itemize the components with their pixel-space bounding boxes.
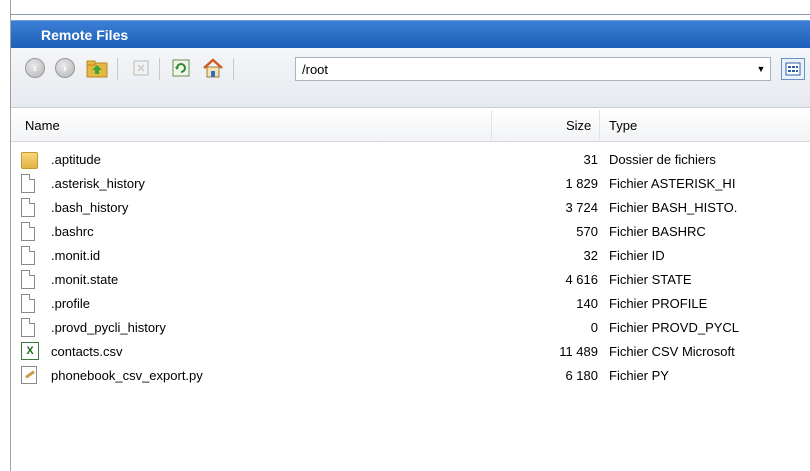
back-button[interactable]: ‹ <box>21 54 49 82</box>
file-type: Fichier ASTERISK_HI <box>609 176 736 191</box>
file-type: Fichier STATE <box>609 272 692 287</box>
list-item[interactable]: .monit.id 32 Fichier ID <box>11 244 810 268</box>
list-item[interactable]: .aptitude 31 Dossier de fichiers <box>11 148 810 172</box>
title-bar: Remote Files <box>11 20 810 48</box>
list-header: Name Size Type <box>11 110 810 142</box>
up-folder-icon <box>86 60 108 78</box>
panel-top-border <box>10 14 810 15</box>
refresh-button[interactable] <box>167 54 195 82</box>
column-header-type[interactable]: Type <box>609 118 637 133</box>
file-icon <box>21 294 39 314</box>
delete-button[interactable] <box>127 54 155 82</box>
list-item[interactable]: .monit.state 4 616 Fichier STATE <box>11 268 810 292</box>
toolbar: ‹ › /root ▼ <box>11 48 810 108</box>
file-size: 6 180 <box>565 368 598 383</box>
file-size: 0 <box>590 320 598 335</box>
file-size: 32 <box>583 248 598 263</box>
file-size: 11 489 <box>559 344 598 359</box>
file-name: contacts.csv <box>51 344 123 359</box>
file-name: .monit.id <box>51 248 101 263</box>
file-size: 1 829 <box>565 176 598 191</box>
file-icon <box>21 222 39 242</box>
file-type: Dossier de fichiers <box>609 152 716 167</box>
path-combobox[interactable]: ▼ <box>295 57 771 81</box>
file-name: .bashrc <box>51 224 94 239</box>
home-button[interactable] <box>199 54 227 82</box>
file-name: .bash_history <box>51 200 129 215</box>
file-icon <box>21 246 39 266</box>
python-file-icon <box>21 366 39 386</box>
path-input[interactable] <box>296 58 736 80</box>
file-name: .monit.state <box>51 272 119 287</box>
file-icon <box>21 174 39 194</box>
list-item[interactable]: .profile 140 Fichier PROFILE <box>11 292 810 316</box>
file-type: Fichier BASHRC <box>609 224 706 239</box>
home-icon <box>203 58 223 78</box>
folder-icon <box>21 150 39 170</box>
list-item[interactable]: Xcontacts.csv 11 489 Fichier CSV Microsoft <box>11 340 810 364</box>
file-name: .profile <box>51 296 91 311</box>
file-name: .provd_pycli_history <box>51 320 166 335</box>
file-size: 570 <box>576 224 598 239</box>
list-item[interactable]: phonebook_csv_export.py 6 180 Fichier PY <box>11 364 810 388</box>
forward-button[interactable]: › <box>51 54 79 82</box>
file-type: Fichier PROVD_PYCL <box>609 320 740 335</box>
file-size: 4 616 <box>565 272 598 287</box>
file-size: 140 <box>576 296 598 311</box>
file-name: phonebook_csv_export.py <box>51 368 203 383</box>
file-size: 3 724 <box>565 200 598 215</box>
file-name: .asterisk_history <box>51 176 145 191</box>
file-rows: .aptitude 31 Dossier de fichiers .asterisk_… <box>11 148 810 388</box>
panel-title: Remote Files <box>41 27 129 43</box>
file-type: Fichier ID <box>609 248 665 263</box>
file-type: Fichier PY <box>609 368 669 383</box>
view-mode-button[interactable] <box>781 58 805 80</box>
toolbar-separator <box>159 58 160 80</box>
list-item[interactable]: .provd_pycli_history 0 Fichier PROVD_PYCL <box>11 316 810 340</box>
file-icon <box>21 198 39 218</box>
refresh-icon <box>172 59 190 77</box>
file-icon <box>21 270 39 290</box>
file-type: Fichier BASH_HISTO. <box>609 200 738 215</box>
file-name: .aptitude <box>51 152 101 167</box>
excel-icon: X <box>21 342 39 362</box>
list-item[interactable]: .bashrc 570 Fichier BASHRC <box>11 220 810 244</box>
column-divider[interactable] <box>491 110 492 142</box>
list-item[interactable]: .asterisk_history 1 829 Fichier ASTERISK_H… <box>11 172 810 196</box>
column-header-size[interactable]: Size <box>566 118 591 133</box>
forward-icon: › <box>55 58 75 78</box>
back-icon: ‹ <box>25 58 45 78</box>
column-header-name[interactable]: Name <box>25 118 60 133</box>
up-folder-button[interactable] <box>83 54 111 82</box>
list-item[interactable]: .bash_history 3 724 Fichier BASH_HISTO. <box>11 196 810 220</box>
file-size: 31 <box>583 152 598 167</box>
delete-icon <box>133 60 149 76</box>
column-divider[interactable] <box>599 110 600 142</box>
toolbar-separator <box>233 58 234 80</box>
toolbar-separator <box>117 58 118 80</box>
file-list: Name Size Type .aptitude 31 Dossier de fic… <box>11 110 810 471</box>
chevron-down-icon[interactable]: ▼ <box>754 62 768 76</box>
file-type: Fichier CSV Microsoft <box>609 344 735 359</box>
view-icon <box>785 62 801 76</box>
file-type: Fichier PROFILE <box>609 296 708 311</box>
remote-files-panel: Remote Files ‹ › /root ▼ Name Size Type … <box>0 0 810 471</box>
file-icon <box>21 318 39 338</box>
